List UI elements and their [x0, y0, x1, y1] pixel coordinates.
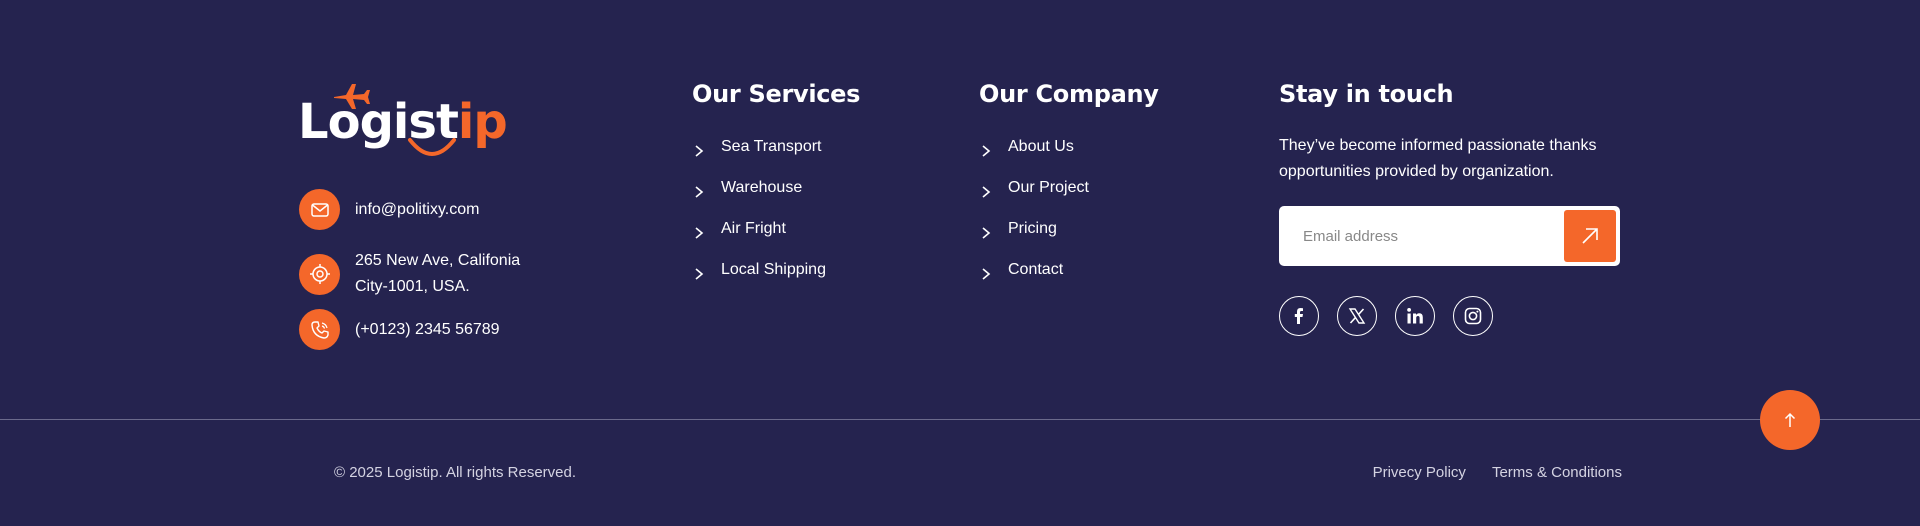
link-label: Local Shipping [721, 261, 826, 278]
privacy-policy-link[interactable]: Privecy Policy [1373, 463, 1466, 483]
company-list: About Us Our Project Pricing Contact [979, 134, 1089, 298]
chevron-right-icon [695, 227, 704, 239]
footer-divider [0, 419, 1920, 420]
touch-description-line-2: opportunities provided by organization. [1279, 163, 1554, 180]
services-list: Sea Transport Warehouse Air Fright Local… [692, 134, 826, 298]
instagram-link[interactable] [1453, 296, 1493, 336]
services-link-air-fright[interactable]: Air Fright [692, 216, 826, 257]
brand-logo[interactable]: Logistip [298, 74, 508, 166]
link-label: Our Project [1008, 179, 1089, 196]
link-label: Sea Transport [721, 138, 822, 155]
facebook-icon [1294, 308, 1303, 324]
subscribe-button[interactable] [1564, 210, 1616, 262]
company-link-contact[interactable]: Contact [979, 257, 1089, 298]
touch-description: They’ve become informed passionate thank… [1279, 133, 1639, 185]
company-link-our-project[interactable]: Our Project [979, 175, 1089, 216]
site-footer: Logistip info@politixy.com 265 New Ave, … [0, 0, 1920, 526]
company-heading: Our Company [979, 80, 1159, 108]
chevron-right-icon [982, 268, 991, 280]
contact-phone-text: (+0123) 2345 56789 [355, 320, 500, 338]
services-link-sea-transport[interactable]: Sea Transport [692, 134, 826, 175]
x-twitter-icon [1348, 308, 1366, 324]
contact-email-text: info@politixy.com [355, 200, 480, 218]
envelope-icon [299, 189, 340, 230]
link-label: Air Fright [721, 220, 786, 237]
instagram-icon [1464, 307, 1482, 325]
services-link-warehouse[interactable]: Warehouse [692, 175, 826, 216]
link-label: Contact [1008, 261, 1064, 278]
logo-wordmark: Logistip [298, 98, 508, 146]
address-line-1: 265 New Ave, Califonia [355, 252, 521, 269]
address-line-2: City-1001, USA. [355, 278, 470, 295]
link-label: Pricing [1008, 220, 1057, 237]
chevron-right-icon [695, 186, 704, 198]
x-twitter-link[interactable] [1337, 296, 1377, 336]
touch-heading: Stay in touch [1279, 80, 1454, 108]
location-target-icon [299, 253, 340, 295]
scroll-to-top-button[interactable] [1760, 390, 1820, 450]
email-address-input[interactable] [1279, 206, 1549, 266]
phone-icon [299, 309, 340, 350]
contact-address: 265 New Ave, Califonia City-1001, USA. [299, 248, 520, 300]
arrow-up-icon [1784, 412, 1796, 427]
terms-conditions-link[interactable]: Terms & Conditions [1492, 463, 1622, 483]
linkedin-icon [1407, 308, 1423, 324]
chevron-right-icon [982, 227, 991, 239]
copyright-text: © 2025 Logistip. All rights Reserved. [334, 464, 577, 481]
newsletter-form [1279, 206, 1620, 266]
contact-phone[interactable]: (+0123) 2345 56789 [299, 309, 500, 350]
social-links [1279, 296, 1511, 336]
linkedin-link[interactable] [1395, 296, 1435, 336]
chevron-right-icon [695, 145, 704, 157]
touch-description-line-1: They’ve become informed passionate thank… [1279, 137, 1597, 154]
arrow-up-right-icon [1582, 228, 1598, 244]
logo-text-accent: ip [457, 94, 508, 150]
link-label: About Us [1008, 138, 1074, 155]
company-link-about-us[interactable]: About Us [979, 134, 1089, 175]
logo-swoosh [408, 138, 456, 156]
chevron-right-icon [695, 268, 704, 280]
contact-email[interactable]: info@politixy.com [299, 189, 479, 230]
chevron-right-icon [982, 145, 991, 157]
legal-links: Privecy Policy Terms & Conditions [1347, 463, 1622, 483]
chevron-right-icon [982, 186, 991, 198]
services-heading: Our Services [692, 80, 861, 108]
company-link-pricing[interactable]: Pricing [979, 216, 1089, 257]
facebook-link[interactable] [1279, 296, 1319, 336]
services-link-local-shipping[interactable]: Local Shipping [692, 257, 826, 298]
link-label: Warehouse [721, 179, 803, 196]
